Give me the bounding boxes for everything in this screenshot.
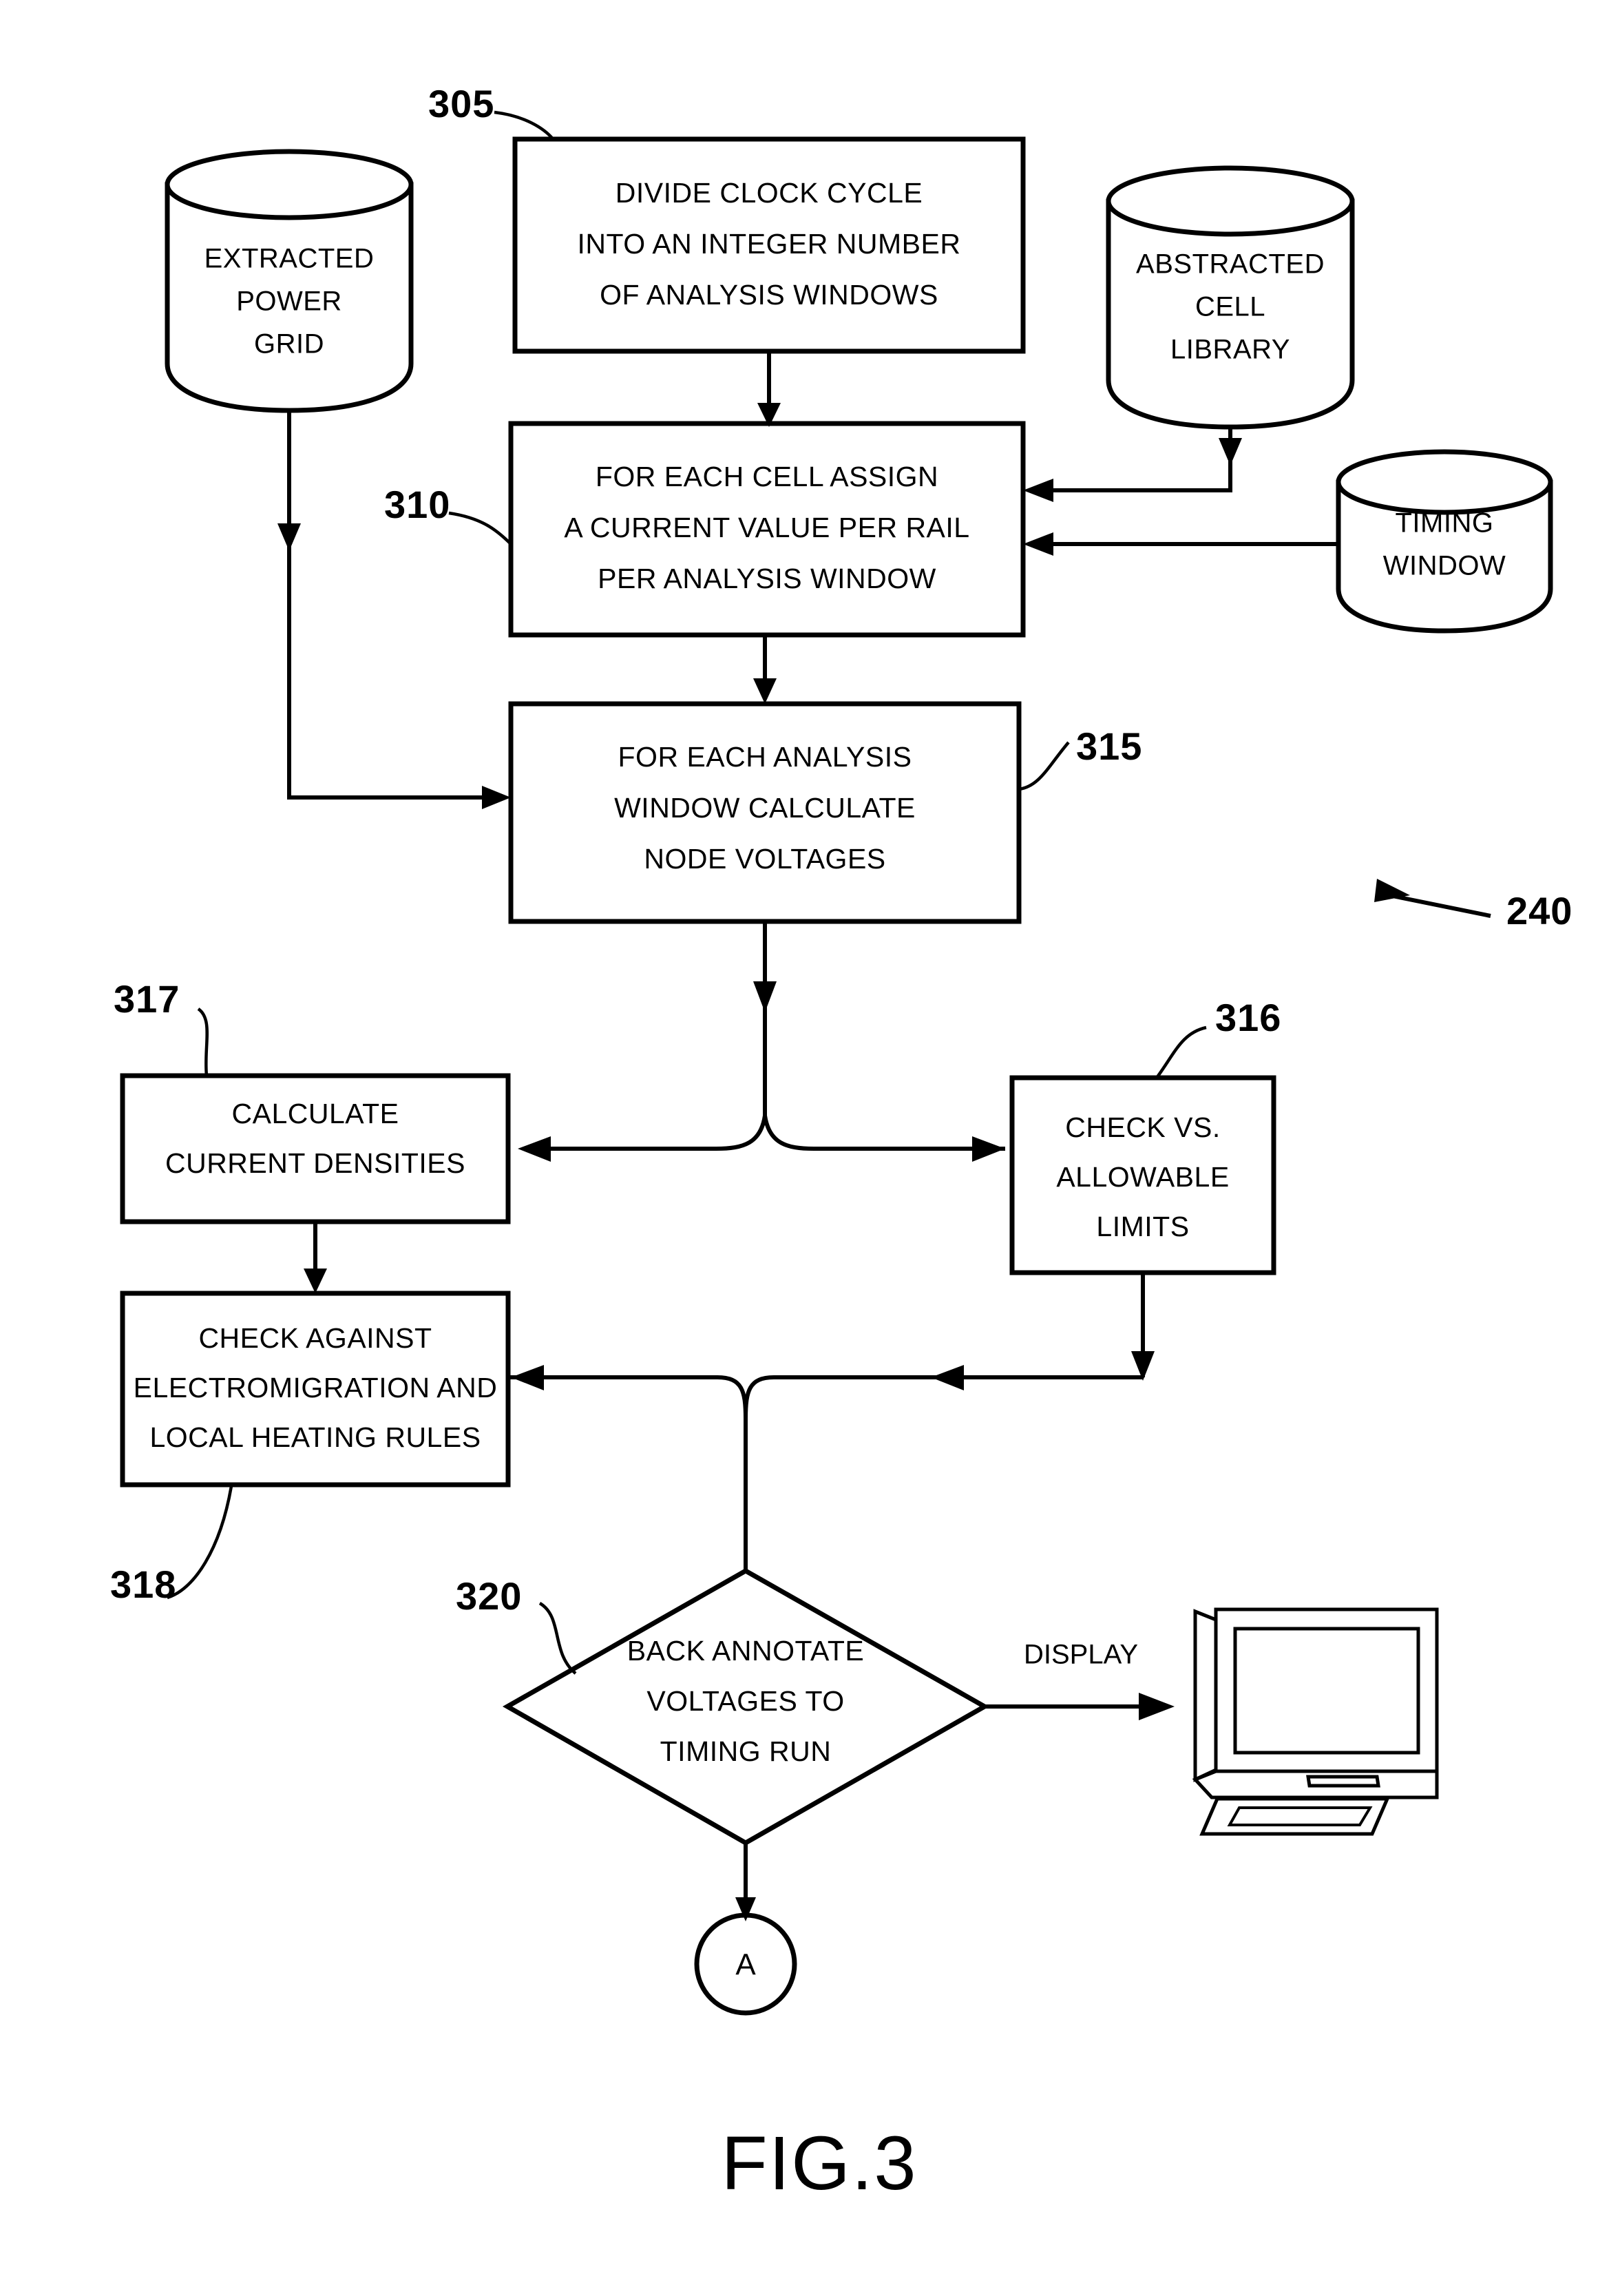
box-label-line-0: CALCULATE [232, 1098, 399, 1129]
process-box-calculate-node-voltages: FOR EACH ANALYSIS WINDOW CALCULATE NODE … [508, 701, 1022, 924]
box-label-line-1: CURRENT DENSITIES [165, 1147, 465, 1179]
db-label-line-2: GRID [254, 329, 324, 359]
decision-back-annotate-voltages: BACK ANNOTATE VOLTAGES TO TIMING RUN [502, 1567, 990, 1846]
box-label-line-2: OF ANALYSIS WINDOWS [600, 279, 938, 311]
db-label-line-1: POWER [236, 286, 342, 317]
ref-number-317: 317 [114, 977, 180, 1021]
ref-number-305: 305 [428, 82, 494, 125]
box-label-line-0: CHECK AGAINST [198, 1322, 432, 1354]
box-label-line-1: A CURRENT VALUE PER RAIL [564, 512, 969, 543]
flow-cell-library-to-310 [1023, 427, 1242, 502]
process-box-check-electromigration: CHECK AGAINST ELECTROMIGRATION AND LOCAL… [120, 1291, 511, 1488]
db-label-line-0: EXTRACTED [204, 244, 375, 274]
flow-317-to-318 [304, 1222, 327, 1293]
flow-merge-to-decision [508, 1365, 1143, 1571]
database-abstracted-cell-library: ABSTRACTED CELL LIBRARY [1106, 165, 1355, 430]
flow-310-to-315 [753, 635, 777, 704]
ref-number-240: 240 [1506, 889, 1572, 932]
db-label-line-2: LIBRARY [1170, 335, 1290, 365]
box-label-line-0: DIVIDE CLOCK CYCLE [616, 177, 923, 209]
db-label-line-1: WINDOW [1383, 551, 1506, 581]
ref-number-318: 318 [110, 1563, 176, 1606]
flow-316-to-merge [1131, 1273, 1155, 1381]
ref-callout-318: 318 [110, 1485, 233, 1606]
connector-label: A [735, 1948, 756, 1982]
ref-callout-310: 310 [384, 483, 512, 545]
display-monitor-icon [1192, 1607, 1439, 1836]
flow-decision-to-connector-a [735, 1843, 756, 1921]
process-box-check-vs-allowable-limits: CHECK VS. ALLOWABLE LIMITS [1009, 1075, 1276, 1275]
box-label-line-2: NODE VOLTAGES [644, 843, 885, 875]
box-label-line-2: LOCAL HEATING RULES [149, 1421, 481, 1453]
ref-callout-320: 320 [456, 1574, 577, 1675]
box-label-line-0: CHECK VS. [1065, 1112, 1221, 1143]
ref-callout-317: 317 [114, 977, 209, 1076]
flow-305-to-310 [757, 351, 781, 427]
process-box-assign-current-value: FOR EACH CELL ASSIGN A CURRENT VALUE PER… [508, 421, 1026, 638]
db-label-line-1: CELL [1195, 292, 1265, 322]
ref-callout-316: 316 [1155, 996, 1281, 1079]
database-timing-window: TIMING WINDOW [1336, 449, 1553, 634]
box-label-line-2: PER ANALYSIS WINDOW [598, 563, 936, 594]
box-label-line-0: FOR EACH CELL ASSIGN [596, 461, 938, 492]
box-label-line-0: FOR EACH ANALYSIS [618, 741, 912, 773]
flow-split-to-317-and-316 [518, 1115, 1005, 1162]
box-label-line-2: LIMITS [1096, 1211, 1189, 1242]
ref-callout-240: 240 [1374, 879, 1572, 932]
decision-label-line-2: TIMING RUN [660, 1735, 832, 1767]
box-label-line-1: WINDOW CALCULATE [614, 792, 916, 824]
db-label-line-0: ABSTRACTED [1136, 249, 1325, 280]
ref-number-315: 315 [1076, 724, 1142, 768]
process-box-divide-clock-cycle: DIVIDE CLOCK CYCLE INTO AN INTEGER NUMBE… [512, 136, 1026, 354]
box-label-line-1: INTO AN INTEGER NUMBER [578, 228, 961, 260]
ref-number-320: 320 [456, 1574, 522, 1618]
decision-label-line-1: VOLTAGES TO [646, 1685, 844, 1717]
figure-caption: FIG.3 [721, 2121, 917, 2206]
ref-callout-315: 315 [1018, 724, 1142, 791]
database-extracted-power-grid: EXTRACTED POWER GRID [165, 149, 414, 413]
flow-timing-window-to-310 [1023, 532, 1338, 556]
ref-callout-305: 305 [428, 82, 556, 142]
flow-power-grid-to-315 [277, 410, 511, 809]
flow-315-to-split [753, 921, 777, 1116]
ref-number-316: 316 [1215, 996, 1281, 1039]
offpage-connector-a: A [694, 1912, 797, 2016]
box-label-line-1: ELECTROMIGRATION AND [134, 1372, 498, 1403]
process-box-calculate-current-densities: CALCULATE CURRENT DENSITIES [120, 1073, 511, 1224]
db-label-line-0: TIMING [1396, 508, 1494, 539]
flow-decision-to-display: DISPLAY [985, 1640, 1175, 1720]
box-label-line-1: ALLOWABLE [1056, 1161, 1229, 1193]
decision-label-line-0: BACK ANNOTATE [627, 1635, 864, 1667]
edge-label-display: DISPLAY [1024, 1640, 1138, 1670]
flowchart-svg: EXTRACTED POWER GRID ABSTRACTED CELL LIB… [110, 82, 1572, 2206]
patent-figure-page: EXTRACTED POWER GRID ABSTRACTED CELL LIB… [0, 0, 1620, 2296]
ref-number-310: 310 [384, 483, 450, 526]
